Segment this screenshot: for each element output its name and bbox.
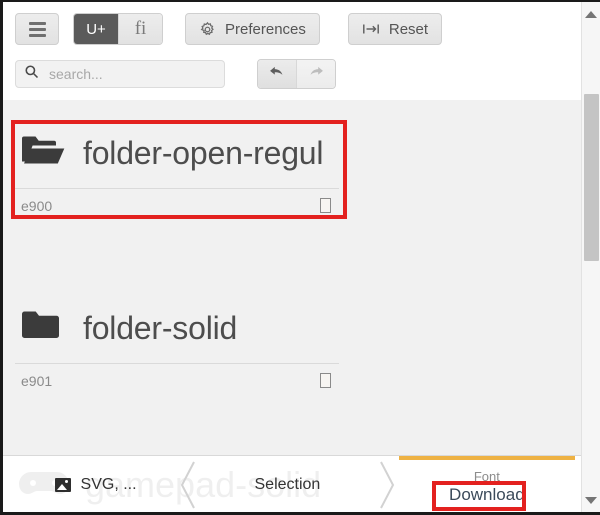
step-font[interactable]: Font Download [398,456,575,512]
step-selection-label: Selection [254,476,321,493]
icon-list-item-folder-solid[interactable]: folder-solid e901 [15,297,339,397]
step-svg-label: SVG, ... [80,476,137,493]
steps-container: SVG, ... Selection Font Download [15,456,575,512]
step-chevron-2 [373,456,399,512]
icon-name-label: folder-open-regul [83,134,324,171]
app-window: U+ fi Preferences Reset search... folder… [0,0,600,515]
ligature-mode-button[interactable]: fi [118,14,162,44]
reset-icon [362,22,380,36]
folder-open-icon [21,133,65,174]
scroll-down-button[interactable] [582,490,600,510]
reset-label: Reset [388,20,429,38]
icon-meta-row: e900 [15,188,339,222]
redo-arrow-icon [307,64,325,85]
undo-button[interactable] [258,60,296,88]
scrollbar-thumb[interactable] [584,94,599,261]
step-font-title: Font [473,469,500,484]
step-svg[interactable]: SVG, ... [15,456,176,512]
folder-solid-icon [21,308,65,349]
missing-glyph-icon [320,373,331,388]
search-input[interactable] [47,65,216,83]
scroll-up-button[interactable] [582,4,600,24]
vertical-scrollbar[interactable] [581,2,600,512]
menu-button[interactable] [15,13,59,45]
search-box[interactable] [15,60,225,88]
history-button-group[interactable] [257,59,336,89]
icon-name-label: folder-solid [83,309,238,346]
icon-code-label: e900 [21,197,53,214]
icon-code-label: e901 [21,372,53,389]
download-button[interactable]: Download [449,485,525,505]
undo-arrow-icon [268,64,286,85]
redo-button[interactable] [296,60,335,88]
icon-meta-row: e901 [15,363,339,397]
scroll-down-icon [585,496,597,504]
preferences-label: Preferences [225,20,306,38]
missing-glyph-icon [320,198,331,213]
image-icon [54,478,71,492]
ligature-mode-label: fi [134,18,147,39]
unicode-mode-button[interactable]: U+ [74,14,118,44]
step-selection[interactable]: Selection [202,456,373,512]
preferences-button[interactable]: Preferences [185,13,320,45]
icon-preview-row: folder-solid [15,297,339,359]
step-chevron-1 [176,456,202,512]
header-toolbar: U+ fi Preferences Reset search... [3,2,581,100]
scroll-up-icon [585,10,597,18]
toolbar-row: U+ fi Preferences Reset [15,13,443,45]
gear-icon [199,21,216,38]
icon-list-item-folder-open[interactable]: folder-open-regul e900 [15,122,339,222]
icon-list[interactable]: folder-open-regul e900 folder-solid e901 [3,100,581,455]
icon-preview-row: folder-open-regul [15,122,339,184]
search-icon [24,64,39,84]
search-row [15,59,336,89]
bottom-step-bar: gamepad-solid SVG, ... Selection Font Do… [3,455,581,512]
unicode-mode-label: U+ [86,20,106,38]
hamburger-icon [28,21,46,37]
reset-button[interactable]: Reset [347,13,443,45]
mode-toggle-group[interactable]: U+ fi [73,13,163,45]
